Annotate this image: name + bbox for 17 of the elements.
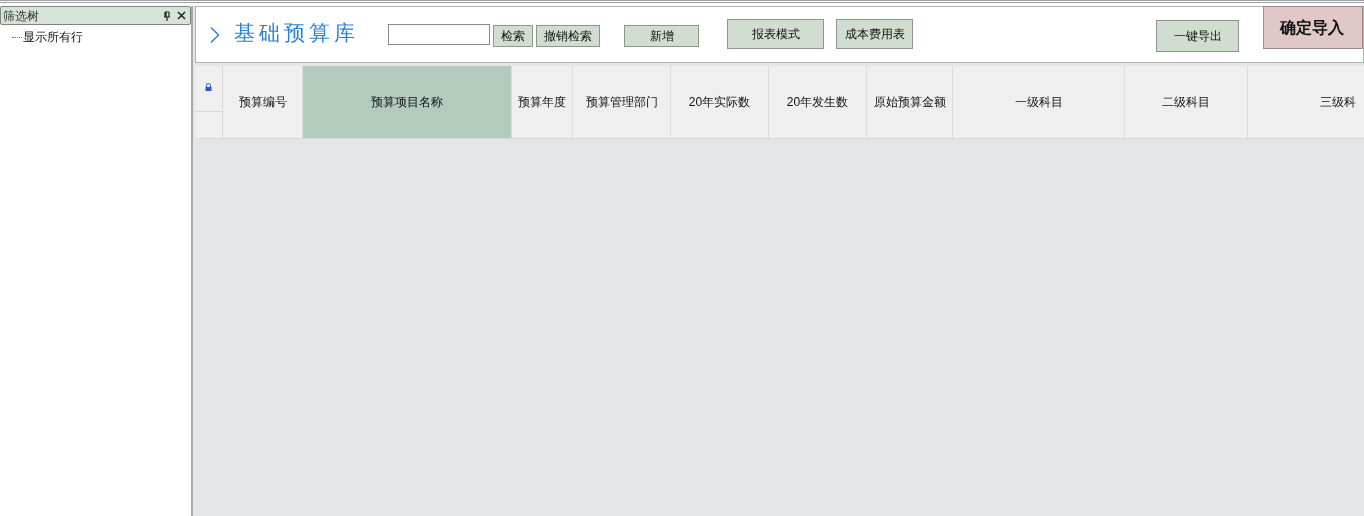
tree-connector — [12, 36, 22, 38]
chevron-icon — [210, 25, 220, 44]
toolbar-button[interactable]: 成本费用表 — [836, 18, 913, 49]
column-header[interactable]: 预算项目名称 — [303, 66, 512, 138]
panel-title: 筛选树 — [3, 7, 40, 25]
search-field[interactable] — [388, 24, 490, 45]
lock-icon[interactable] — [205, 83, 212, 91]
toolbar-button[interactable]: 一键导出 — [1156, 20, 1239, 52]
toolbar-button[interactable]: 检索 — [493, 24, 533, 47]
page-title: 基础预算库 — [233, 19, 360, 47]
toolbar-button[interactable]: 报表模式 — [727, 18, 824, 49]
close-icon[interactable] — [177, 11, 186, 20]
tree-item[interactable]: 显示所有行 — [23, 28, 83, 46]
toolbar-button[interactable]: 撤销检索 — [536, 24, 600, 47]
pin-icon[interactable] — [163, 10, 171, 21]
toolbar-button[interactable]: 新增 — [624, 24, 699, 47]
import-button[interactable]: 确定导入 — [1263, 6, 1363, 49]
